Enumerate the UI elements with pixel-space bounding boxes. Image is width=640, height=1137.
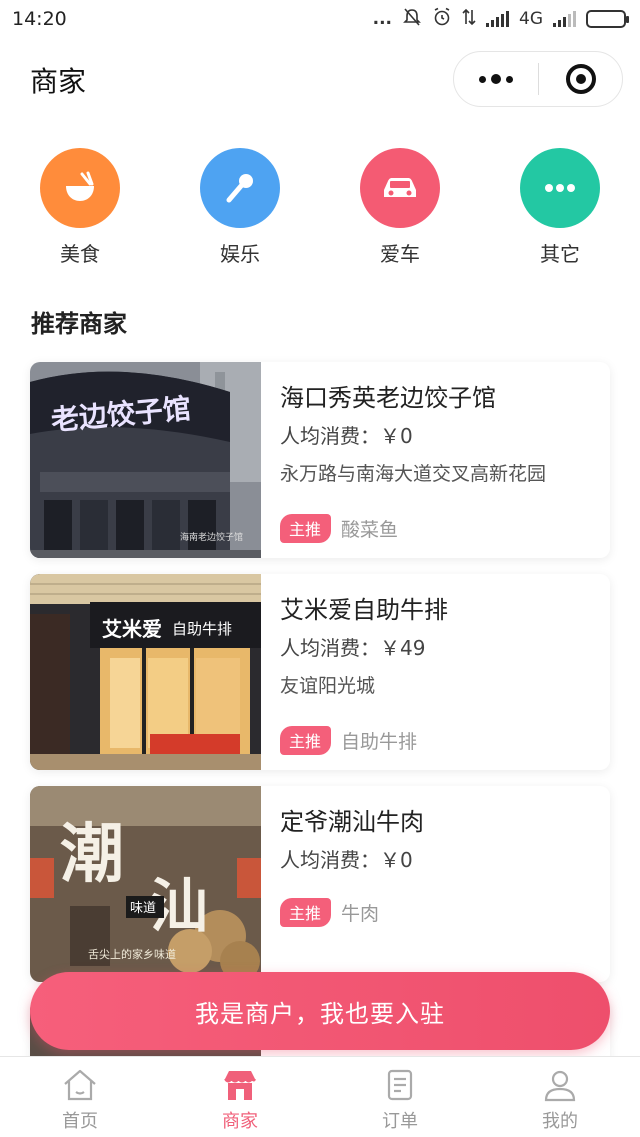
- tab-label: 商家: [222, 1111, 258, 1132]
- tab-orders[interactable]: 订单: [320, 1057, 480, 1137]
- merchant-address: 永万路与南海大道交叉高新花园: [280, 463, 547, 485]
- data-arrows-icon: [462, 7, 476, 32]
- network-type: 4G: [519, 9, 543, 29]
- tab-profile[interactable]: 我的: [480, 1057, 640, 1137]
- tab-shop[interactable]: 商家: [160, 1057, 320, 1137]
- merchant-photo: 老边饺子馆 海南老边饺子馆: [30, 362, 261, 558]
- featured-dish: 牛肉: [341, 903, 380, 925]
- tag-row: 主推 酸菜鱼: [280, 514, 398, 543]
- category-icon-circle: [360, 148, 440, 228]
- merchant-join-button[interactable]: 我是商户，我也要入驻: [30, 972, 610, 1050]
- nav-bar: 商家: [0, 38, 640, 120]
- category-entertainment[interactable]: 娱乐: [185, 148, 295, 267]
- target-close-icon: [565, 64, 596, 94]
- category-other[interactable]: 其它: [505, 148, 615, 267]
- tag-row: 主推 牛肉: [280, 898, 379, 927]
- category-icon-circle: [40, 148, 120, 228]
- signal-icon-2: [553, 11, 576, 27]
- merchant-price: 人均消费：￥49: [280, 636, 426, 660]
- featured-badge: 主推: [280, 726, 332, 755]
- user-icon: [544, 1070, 576, 1102]
- signal-icon: [486, 11, 509, 27]
- featured-dish: 自助牛排: [341, 731, 418, 753]
- merchant-photo: 潮 汕 味道 舌尖上的家乡味道: [30, 786, 261, 982]
- dot-icon: [479, 75, 486, 83]
- dot-icon: [491, 74, 501, 84]
- sign-small-text: 味道: [130, 901, 156, 916]
- merchant-address: 友谊阳光城: [280, 675, 376, 697]
- sign-subtext: 自助牛排: [172, 620, 232, 638]
- merchant-card[interactable]: 潮 汕 味道 舌尖上的家乡味道 定爷潮汕牛肉 人均消费：￥0 主推 牛肉: [30, 786, 610, 982]
- merchant-price: 人均消费：￥0: [280, 424, 413, 448]
- category-icon-circle: [200, 148, 280, 228]
- category-label: 其它: [540, 242, 580, 266]
- category-label: 美食: [60, 242, 100, 266]
- merchant-card[interactable]: 老边饺子馆 海南老边饺子馆 海口秀英老边饺子馆 人均消费：￥0 永万路与南海大道…: [30, 362, 610, 558]
- tag-row: 主推 自助牛排: [280, 726, 417, 755]
- category-label: 爱车: [380, 242, 420, 266]
- featured-badge: 主推: [280, 514, 332, 543]
- category-icon-circle: [520, 148, 600, 228]
- category-grid: 美食 娱乐 爱车 其它: [0, 148, 640, 268]
- tab-home[interactable]: 首页: [0, 1057, 160, 1137]
- status-icons: ... 4G: [372, 7, 629, 32]
- merchant-card[interactable]: 艾米爱 自助牛排 艾米爱自助牛排 人均消费：￥49 友谊阳光城 主推 自助牛排: [30, 574, 610, 770]
- tab-label: 我的: [542, 1111, 578, 1132]
- page-title: 商家: [30, 65, 87, 98]
- featured-badge: 主推: [280, 898, 332, 927]
- status-bar: 14:20 ... 4G: [0, 0, 640, 38]
- featured-dish: 酸菜鱼: [341, 519, 399, 541]
- more-dots-icon: [545, 184, 575, 192]
- shop-icon: [224, 1071, 256, 1100]
- merchant-price: 人均消费：￥0: [280, 848, 413, 872]
- tab-label: 订单: [382, 1111, 418, 1132]
- category-label: 娱乐: [220, 242, 260, 266]
- more-menu-button[interactable]: [454, 52, 538, 106]
- sign-text: 艾米爱: [102, 617, 162, 641]
- status-dots: ...: [372, 9, 392, 29]
- section-title: 推荐商家: [31, 310, 127, 338]
- sign-vertical-text: 舌尖上的家乡味道: [88, 947, 176, 961]
- merchant-name: 艾米爱自助牛排: [280, 596, 448, 624]
- sign-big-char: 潮: [60, 817, 124, 892]
- battery-icon: [586, 10, 629, 28]
- mini-program-capsule: [453, 51, 623, 107]
- tab-bar: 首页 商家 订单 我的: [0, 1056, 640, 1137]
- status-time: 14:20: [12, 8, 67, 30]
- order-icon: [387, 1069, 413, 1101]
- car-icon: [384, 178, 416, 197]
- microphone-icon: [226, 174, 253, 203]
- bowl-icon: [66, 171, 94, 201]
- merchant-name: 海口秀英老边饺子馆: [280, 384, 496, 412]
- dot-icon: [506, 75, 513, 83]
- merchant-photo: 艾米爱 自助牛排: [30, 574, 261, 770]
- tab-label: 首页: [62, 1111, 98, 1132]
- photo-watermark: 海南老边饺子馆: [180, 531, 243, 543]
- category-food[interactable]: 美食: [25, 148, 135, 267]
- category-car[interactable]: 爱车: [345, 148, 455, 267]
- close-button[interactable]: [539, 52, 622, 106]
- mute-icon: [402, 7, 422, 32]
- alarm-icon: [432, 7, 452, 32]
- home-icon: [64, 1069, 96, 1101]
- merchant-name: 定爷潮汕牛肉: [280, 808, 424, 836]
